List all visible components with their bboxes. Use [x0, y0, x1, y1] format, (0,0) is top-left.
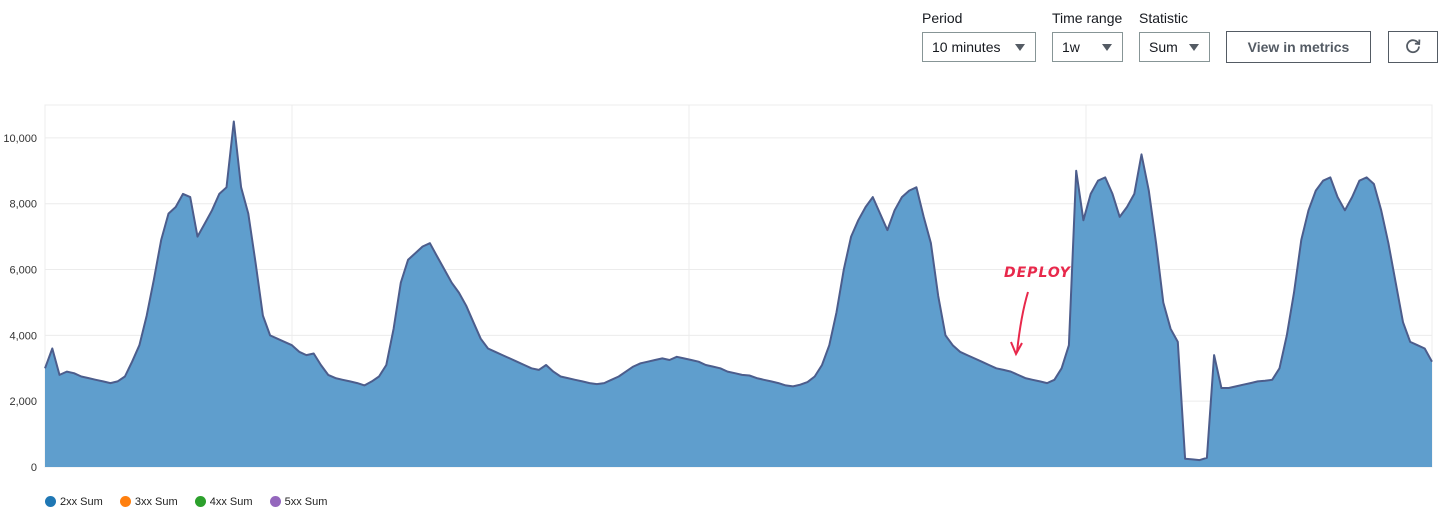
time-range-value: 1w [1062, 39, 1080, 55]
legend-label: 3xx Sum [134, 496, 178, 508]
legend-swatch [45, 496, 56, 507]
caret-down-icon [1102, 44, 1112, 51]
statistic-value: Sum [1149, 39, 1178, 55]
legend-swatch [119, 496, 131, 507]
period-value: 10 minutes [932, 39, 1001, 55]
y-tick-label: 4,000 [9, 330, 37, 342]
statistic-select[interactable]: Sum [1139, 32, 1210, 62]
view-in-metrics-button[interactable]: View in metrics [1226, 31, 1371, 63]
y-axis: 0 2,000 4,000 6,000 8,000 10,000 [3, 133, 37, 474]
refresh-icon [1406, 39, 1421, 54]
legend-label: 5xx Sum [284, 496, 328, 508]
time-range-select[interactable]: 1w [1052, 32, 1123, 62]
requests-chart: 0 2,000 4,000 6,000 8,000 10,000 DEPLOY [3, 104, 1433, 474]
period-select[interactable]: 10 minutes [922, 32, 1036, 62]
caret-down-icon [1015, 44, 1025, 51]
statistic-control: Statistic [1139, 8, 1188, 28]
legend-swatch [269, 496, 281, 507]
y-tick-label: 6,000 [9, 265, 37, 277]
legend-label: 2xx Sum [60, 496, 103, 508]
y-tick-label: 2,000 [9, 396, 37, 408]
refresh-button[interactable] [1388, 31, 1438, 63]
legend-item-5xx[interactable]: 5xx Sum [269, 496, 328, 508]
y-tick-label: 8,000 [9, 199, 37, 211]
metric-controls: Period 10 minutes Time range 1w Statisti… [0, 8, 1444, 68]
legend-item-4xx[interactable]: 4xx Sum [194, 496, 253, 508]
deploy-annotation-label: DEPLOY [1004, 265, 1072, 281]
caret-down-icon [1189, 44, 1199, 51]
period-label: Period [922, 10, 963, 26]
y-tick-label: 10,000 [3, 133, 37, 145]
chart-legend: 2xx Sum 3xx Sum 4xx Sum 5xx Sum [45, 496, 341, 510]
time-range-label: Time range [1052, 10, 1123, 26]
time-range-control: Time range [1052, 8, 1122, 28]
legend-item-2xx[interactable]: 2xx Sum [45, 496, 103, 508]
period-control: Period [922, 8, 962, 28]
legend-swatch [194, 496, 206, 507]
legend-item-3xx[interactable]: 3xx Sum [119, 496, 178, 508]
statistic-label: Statistic [1139, 10, 1189, 26]
legend-label: 4xx Sum [209, 496, 253, 508]
y-tick-label: 0 [31, 462, 37, 474]
